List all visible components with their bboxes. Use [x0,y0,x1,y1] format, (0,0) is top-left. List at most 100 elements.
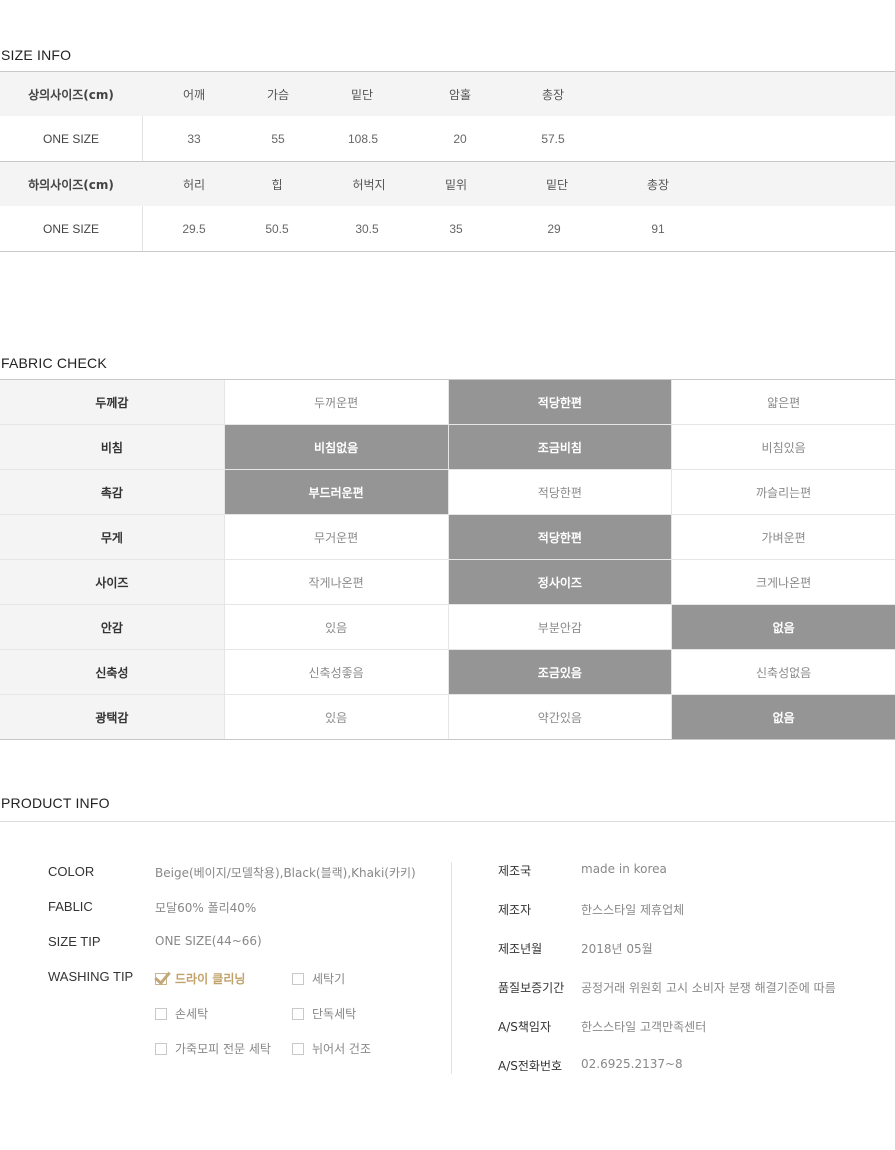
color-value: Beige(베이지/모델착용),Black(블랙),Khaki(카키) [155,866,416,880]
detail-label: 제조자 [498,903,532,917]
column-header: 밑위 [444,177,468,192]
checkmark-icon [155,972,167,985]
wash-option-label: 단독세탁 [312,1007,357,1021]
detail-label: A/S책임자 [498,1020,551,1034]
detail-label: 제조년월 [498,942,543,956]
size-value: 30.5 [355,221,379,236]
divider [0,821,895,822]
product-info-title: PRODUCT INFO [1,795,110,811]
fabric-option-selected: 없음 [671,605,895,649]
fabric-label: FABLIC [48,899,93,914]
wash-option-flat-dry: 뉘어서 건조 [292,1040,371,1057]
checkbox-icon [155,1042,167,1055]
fabric-row: 사이즈 작게나온편 정사이즈 크게나온편 [0,560,895,605]
wash-option-leather-fur: 가죽모피 전문 세탁 [155,1040,271,1057]
row-label: ONE SIZE [0,116,143,161]
fabric-option-selected: 적당한편 [447,380,672,424]
fabric-option: 있음 [223,695,448,739]
top-size-value-row: ONE SIZE 33 55 108.5 20 57.5 [0,116,895,161]
fabric-option: 까슬리는편 [671,470,895,514]
fabric-option: 부분안감 [447,605,672,649]
size-value: 29 [547,221,561,236]
detail-value: 공정거래 위원회 고시 소비자 분쟁 해결기준에 따름 [581,981,836,995]
fabric-option: 얇은편 [671,380,895,424]
checkbox-icon [292,1007,304,1020]
size-value: 108.5 [347,131,379,146]
bottom-size-value-row: ONE SIZE 29.5 50.5 30.5 35 29 91 [0,206,895,251]
fabric-option-selected: 없음 [671,695,895,739]
wash-option-hand-wash: 손세탁 [155,1005,208,1022]
wash-option-washing-machine: 세탁기 [292,970,345,987]
fabric-check-table: 두께감 두꺼운편 적당한편 얇은편 비침 비침없음 조금비침 비침있음 촉감 부드러운편 적당한편 까… [0,379,895,740]
detail-label: A/S전화번호 [498,1059,563,1073]
fabric-option: 적당한편 [447,470,672,514]
bottom-size-header-row: 하의사이즈(cm) 허리 힙 허벅지 밑위 밑단 총장 [0,162,895,206]
column-header: 총장 [646,177,670,192]
detail-value: 한스스타일 제휴업체 [581,903,685,917]
wash-option-label: 손세탁 [175,1007,209,1021]
size-tip-label: SIZE TIP [48,934,101,949]
top-size-block: 상의사이즈(cm) 어깨 가슴 밑단 암홀 총장 ONE SIZE 33 55 … [0,71,895,161]
size-value: 57.5 [541,131,565,146]
size-value: 20 [453,131,467,146]
size-info-title: SIZE INFO [1,47,72,63]
fabric-option: 무거운편 [223,515,448,559]
color-label: COLOR [48,864,95,879]
size-value: 55 [271,131,285,146]
fabric-row: 두께감 두꺼운편 적당한편 얇은편 [0,380,895,425]
checkbox-icon [155,1007,167,1020]
fabric-option: 크게나온편 [671,560,895,604]
size-value: 50.5 [265,221,289,236]
size-value: 29.5 [182,221,206,236]
fabric-row: 무게 무거운편 적당한편 가벼운편 [0,515,895,560]
fabric-row: 비침 비침없음 조금비침 비침있음 [0,425,895,470]
column-header: 암홀 [448,87,472,102]
detail-value: made in korea [581,862,667,876]
fabric-attribute-label: 무게 [0,515,224,559]
column-header: 허리 [182,177,206,192]
size-value: 91 [651,221,665,236]
fabric-check-title: FABRIC CHECK [1,355,107,371]
fabric-value: 모달60% 폴리40% [155,901,257,915]
fabric-option: 약간있음 [447,695,672,739]
vertical-divider [451,862,452,1074]
top-size-header-row: 상의사이즈(cm) 어깨 가슴 밑단 암홀 총장 [0,72,895,116]
size-value: 35 [449,221,463,236]
fabric-row: 광택감 있음 약간있음 없음 [0,695,895,739]
column-header: 허벅지 [352,177,386,192]
detail-label: 제조국 [498,864,532,878]
row-label: ONE SIZE [0,206,143,251]
wash-option-label: 드라이 클리닝 [175,972,246,986]
fabric-attribute-label: 신축성 [0,650,224,694]
fabric-option-selected: 적당한편 [447,515,672,559]
size-tip-value: ONE SIZE(44~66) [155,934,262,948]
fabric-attribute-label: 촉감 [0,470,224,514]
fabric-option: 가벼운편 [671,515,895,559]
size-value: 33 [187,131,201,146]
fabric-option: 작게나온편 [223,560,448,604]
top-size-label: 상의사이즈(cm) [28,87,114,102]
fabric-row: 안감 있음 부분안감 없음 [0,605,895,650]
fabric-option: 신축성좋음 [223,650,448,694]
fabric-option-selected: 정사이즈 [447,560,672,604]
fabric-option-selected: 비침없음 [223,425,448,469]
fabric-option-selected: 조금있음 [447,650,672,694]
size-info-table: 상의사이즈(cm) 어깨 가슴 밑단 암홀 총장 ONE SIZE 33 55 … [0,71,895,252]
column-header: 총장 [541,87,565,102]
fabric-row: 촉감 부드러운편 적당한편 까슬리는편 [0,470,895,515]
fabric-attribute-label: 안감 [0,605,224,649]
wash-option-dry-cleaning: 드라이 클리닝 [155,970,245,987]
fabric-attribute-label: 비침 [0,425,224,469]
column-header: 어깨 [182,87,206,102]
detail-value: 한스스타일 고객만족센터 [581,1020,707,1034]
fabric-attribute-label: 광택감 [0,695,224,739]
detail-value: 02.6925.2137~8 [581,1057,683,1071]
column-header: 힙 [271,177,283,192]
fabric-attribute-label: 사이즈 [0,560,224,604]
bottom-size-label: 하의사이즈(cm) [28,177,114,192]
fabric-row: 신축성 신축성좋음 조금있음 신축성없음 [0,650,895,695]
wash-option-label: 가죽모피 전문 세탁 [175,1042,271,1056]
fabric-option: 있음 [223,605,448,649]
wash-option-label: 세탁기 [312,972,346,986]
wash-option-label: 뉘어서 건조 [312,1042,372,1056]
